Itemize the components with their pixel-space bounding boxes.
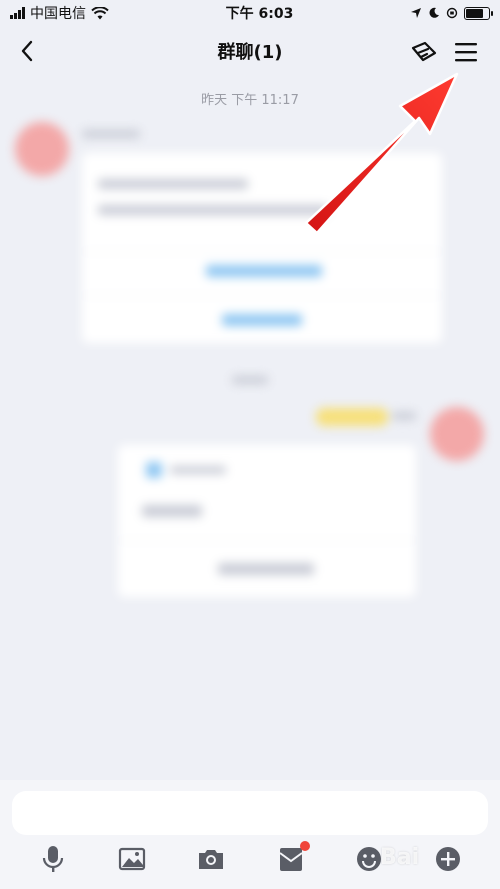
avatar[interactable] xyxy=(15,122,69,176)
avatar[interactable] xyxy=(430,407,484,461)
chat-input-area xyxy=(0,780,500,889)
sender-name xyxy=(82,130,140,138)
share-link-icon[interactable] xyxy=(408,38,438,66)
microphone-icon[interactable] xyxy=(38,844,68,874)
message-input[interactable] xyxy=(12,791,488,835)
signal-icon xyxy=(10,7,25,19)
carrier-label: 中国电信 xyxy=(30,6,86,22)
clock: 下午 6:03 xyxy=(225,6,294,22)
status-bar: 中国电信 下午 6:03 xyxy=(0,0,500,26)
wifi-icon xyxy=(91,6,109,19)
rotation-lock-icon xyxy=(446,7,458,19)
nav-bar: 群聊(1) xyxy=(0,26,500,76)
page-title: 群聊(1) xyxy=(217,42,283,63)
plus-icon[interactable] xyxy=(433,844,463,874)
menu-icon[interactable] xyxy=(452,38,480,66)
sender-name xyxy=(392,412,416,420)
system-tip xyxy=(232,376,268,384)
message-timestamp: 昨天 下午 11:17 xyxy=(201,93,299,108)
battery-icon xyxy=(463,6,493,20)
incoming-card-message[interactable] xyxy=(82,153,442,343)
location-icon xyxy=(410,8,421,18)
watermark-logo: Bai xyxy=(380,845,420,870)
image-icon[interactable] xyxy=(117,844,147,874)
outgoing-card-message[interactable] xyxy=(118,445,416,597)
notification-dot-icon xyxy=(300,841,310,851)
member-badge xyxy=(316,408,388,426)
camera-icon[interactable] xyxy=(196,844,226,874)
back-icon[interactable] xyxy=(16,38,40,64)
do-not-disturb-icon xyxy=(429,7,439,18)
